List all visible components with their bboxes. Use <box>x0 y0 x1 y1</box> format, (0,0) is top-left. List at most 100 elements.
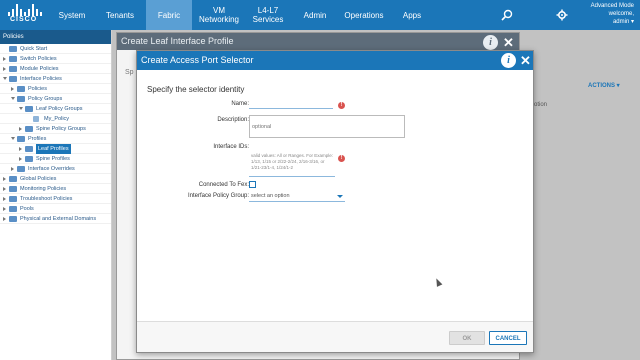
sidebar-item-module-policies[interactable]: Module Policies <box>0 64 111 74</box>
name-label: Name: <box>231 101 249 107</box>
policy-tree: Quick Start Switch Policies Module Policie… <box>0 44 111 224</box>
actions-menu: ACTIONS ▾ <box>588 83 620 89</box>
collapsed-arrow-icon[interactable] <box>19 147 22 151</box>
sidebar-item-my-policy[interactable]: My_Policy <box>0 114 111 124</box>
sidebar-item-leaf-policy-groups[interactable]: Leaf Policy Groups <box>0 104 111 114</box>
nav-tenants[interactable]: Tenants <box>100 0 140 30</box>
connected-to-fex-checkbox[interactable] <box>249 181 256 188</box>
sidebar-item-label: Pools <box>20 206 34 212</box>
sidebar-item-monitoring-policies[interactable]: Monitoring Policies <box>0 184 111 194</box>
ok-button[interactable]: OK <box>449 331 485 345</box>
sidebar-item-label: Global Policies <box>20 176 57 182</box>
folder-icon <box>9 66 17 72</box>
folder-icon <box>25 146 33 152</box>
sidebar-item-quick-start[interactable]: Quick Start <box>0 44 111 54</box>
user-info[interactable]: Advanced Mode welcome, admin ▾ <box>591 2 634 26</box>
interface-policy-group-label: Interface Policy Group: <box>187 193 249 199</box>
section-heading: Specify the selector identity <box>147 85 245 94</box>
cancel-button[interactable]: CANCEL <box>489 331 527 345</box>
chevron-down-icon <box>337 195 343 198</box>
collapsed-arrow-icon[interactable] <box>3 57 6 61</box>
cisco-bars-icon <box>8 4 44 16</box>
selected-option: select an option <box>251 193 290 199</box>
required-interface-ids-icon: ! <box>338 155 345 162</box>
sidebar-item-label: Policies <box>28 86 47 92</box>
top-navigation-bar: CISCO System Tenants Fabric VM Networkin… <box>0 0 640 30</box>
folder-icon <box>9 206 17 212</box>
mode-label: Advanced Mode <box>590 3 634 9</box>
sidebar-item-label: Spine Policy Groups <box>36 126 86 132</box>
sidebar-item-label: Switch Policies <box>20 56 57 62</box>
sidebar-item-label: Profiles <box>28 136 47 142</box>
sidebar-item-label: Physical and External Domains <box>20 216 97 222</box>
sidebar-item-label: Spine Profiles <box>36 156 70 162</box>
nav-operations[interactable]: Operations <box>340 0 388 30</box>
interface-policy-group-select[interactable]: select an option <box>249 191 345 202</box>
sidebar-item-interface-policies[interactable]: Interface Policies <box>0 74 111 84</box>
sidebar-item-troubleshoot-policies[interactable]: Troubleshoot Policies <box>0 194 111 204</box>
folder-icon <box>9 176 17 182</box>
sidebar-item-switch-policies[interactable]: Switch Policies <box>0 54 111 64</box>
sidebar-item-interface-overrides[interactable]: Interface Overrides <box>0 164 111 174</box>
interface-ids-input[interactable]: valid values: All or Ranges. For Example… <box>249 153 335 177</box>
collapsed-arrow-icon[interactable] <box>3 207 6 211</box>
folder-icon <box>9 56 17 62</box>
sidebar-item-label: Troubleshoot Policies <box>20 196 73 202</box>
gear-icon[interactable] <box>556 9 568 21</box>
interface-ids-label: Interface IDs: <box>213 144 249 150</box>
sidebar-item-label: Interface Overrides <box>28 166 75 172</box>
sidebar-item-pools[interactable]: Pools <box>0 204 111 214</box>
expanded-arrow-icon[interactable] <box>19 107 23 110</box>
sidebar-item-label: Leaf Policy Groups <box>36 106 83 112</box>
sidebar-item-label: Interface Policies <box>20 76 62 82</box>
collapsed-arrow-icon[interactable] <box>11 87 14 91</box>
collapsed-arrow-icon[interactable] <box>3 67 6 71</box>
create-access-port-selector-dialog: Create Access Port Selector i ✕ Specify … <box>136 50 534 353</box>
nav-system[interactable]: System <box>52 0 92 30</box>
folder-icon <box>17 166 25 172</box>
sidebar-item-label: My_Policy <box>44 116 70 122</box>
required-name-icon: ! <box>338 102 345 109</box>
collapsed-arrow-icon[interactable] <box>3 177 6 181</box>
sidebar-item-label: Policy Groups <box>28 96 63 102</box>
sidebar-item-spine-policy-groups[interactable]: Spine Policy Groups <box>0 124 111 134</box>
sidebar-item-leaf-profiles[interactable]: Leaf Profiles <box>0 144 111 154</box>
expanded-arrow-icon[interactable] <box>11 137 15 140</box>
collapsed-arrow-icon[interactable] <box>3 217 6 221</box>
left-sidebar: Policies Quick Start Switch Policies Modul… <box>0 30 112 360</box>
user-name[interactable]: admin ▾ <box>591 18 634 26</box>
sidebar-item-physical-and-external-domains[interactable]: Physical and External Domains <box>0 214 111 224</box>
welcome-label: welcome, <box>608 11 634 17</box>
nav-admin[interactable]: Admin <box>296 0 334 30</box>
sidebar-item-policy-groups[interactable]: Policy Groups <box>0 94 111 104</box>
folder-icon <box>25 106 33 112</box>
collapsed-arrow-icon[interactable] <box>11 167 14 171</box>
cisco-logo[interactable]: CISCO <box>6 4 46 26</box>
collapsed-arrow-icon[interactable] <box>19 157 22 161</box>
folder-icon <box>9 196 17 202</box>
folder-icon <box>9 46 17 52</box>
description-label: Description: <box>217 117 249 123</box>
close-icon[interactable]: ✕ <box>518 53 533 68</box>
nav-l4-l7-services[interactable]: L4-L7 Services <box>248 0 288 30</box>
collapsed-arrow-icon[interactable] <box>3 197 6 201</box>
sidebar-item-policies[interactable]: Policies <box>0 84 111 94</box>
name-input[interactable] <box>249 99 333 109</box>
sidebar-item-spine-profiles[interactable]: Spine Profiles <box>0 154 111 164</box>
expanded-arrow-icon[interactable] <box>11 97 15 100</box>
back-dialog-title: Create Leaf Interface Profile <box>117 33 519 50</box>
collapsed-arrow-icon[interactable] <box>19 127 22 131</box>
help-icon[interactable]: i <box>501 53 516 68</box>
nav-fabric[interactable]: Fabric <box>146 0 192 30</box>
back-close-icon: ✕ <box>501 35 516 50</box>
nav-vm-networking[interactable]: VM Networking <box>196 0 242 30</box>
description-input[interactable] <box>249 115 405 138</box>
nav-apps[interactable]: Apps <box>396 0 428 30</box>
sidebar-item-global-policies[interactable]: Global Policies <box>0 174 111 184</box>
search-icon[interactable] <box>500 8 514 22</box>
sidebar-item-profiles[interactable]: Profiles <box>0 134 111 144</box>
back-dialog-fragment: Sp <box>125 69 134 76</box>
folder-icon <box>17 96 25 102</box>
collapsed-arrow-icon[interactable] <box>3 187 6 191</box>
expanded-arrow-icon[interactable] <box>3 77 7 80</box>
